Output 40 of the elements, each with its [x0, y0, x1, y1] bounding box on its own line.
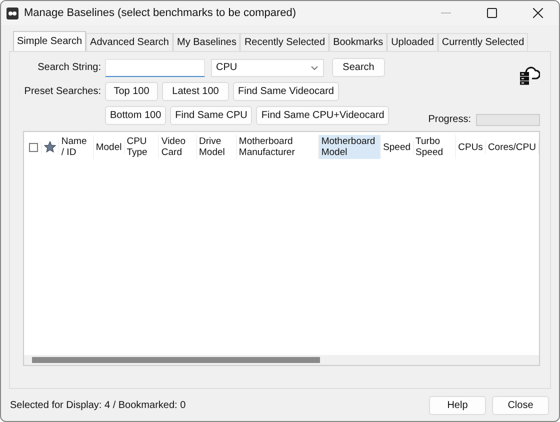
dialog-button[interactable]: Help: [429, 396, 486, 414]
column-header[interactable]: Cores/CPU: [486, 140, 539, 154]
chevron-icon: [311, 66, 318, 70]
status-text: Selected for Display: 4 / Bookmarked: 0: [10, 400, 186, 410]
tab[interactable]: Currently Selected: [438, 33, 528, 51]
progress-label: Progress:: [428, 113, 471, 126]
star-icon[interactable]: [44, 141, 56, 153]
search-label: Search String:: [36, 61, 101, 74]
preset-button[interactable]: Find Same CPU: [170, 106, 252, 125]
app-icon: [6, 6, 19, 20]
tab[interactable]: My Baselines: [172, 33, 240, 51]
window-title: Manage Baselines (select benchmarks to be compared): [24, 7, 296, 19]
preset-label: Preset Searches:: [23, 85, 101, 98]
tab[interactable]: Uploaded: [387, 33, 438, 51]
close-icon[interactable]: [533, 8, 543, 18]
search-field[interactable]: [105, 58, 205, 76]
column-header[interactable]: Video Card: [159, 135, 198, 159]
horizontal-scrollbar[interactable]: [24, 355, 539, 365]
category-dropdown[interactable]: CPU: [211, 58, 324, 76]
column-header[interactable]: Name / ID: [59, 135, 94, 159]
maximize-icon[interactable]: [487, 8, 497, 18]
preset-button[interactable]: Find Same Videocard: [233, 82, 339, 101]
tab[interactable]: Advanced Search: [86, 33, 173, 51]
tab[interactable]: Recently Selected: [240, 33, 330, 51]
column-header[interactable]: Speed: [381, 140, 414, 154]
select-all-checkbox[interactable]: [29, 142, 38, 152]
tab[interactable]: Bookmarks: [329, 33, 388, 51]
preset-button[interactable]: Top 100: [105, 82, 158, 101]
column-header[interactable]: Motherboard Model: [319, 135, 382, 159]
dialog-button[interactable]: Close: [492, 396, 549, 414]
preset-button[interactable]: Latest 100: [162, 82, 229, 101]
column-header[interactable]: Model: [94, 140, 125, 154]
column-header[interactable]: CPUs: [456, 140, 486, 154]
tab[interactable]: Simple Search: [13, 31, 86, 51]
column-header[interactable]: Turbo Speed: [414, 135, 456, 159]
column-header[interactable]: CPU Type: [124, 135, 160, 159]
search-button[interactable]: Search: [332, 58, 385, 77]
column-header[interactable]: Drive Model: [197, 135, 237, 159]
preset-button[interactable]: Bottom 100: [105, 106, 166, 125]
preset-button[interactable]: Find Same CPU+Videocard: [256, 106, 390, 125]
